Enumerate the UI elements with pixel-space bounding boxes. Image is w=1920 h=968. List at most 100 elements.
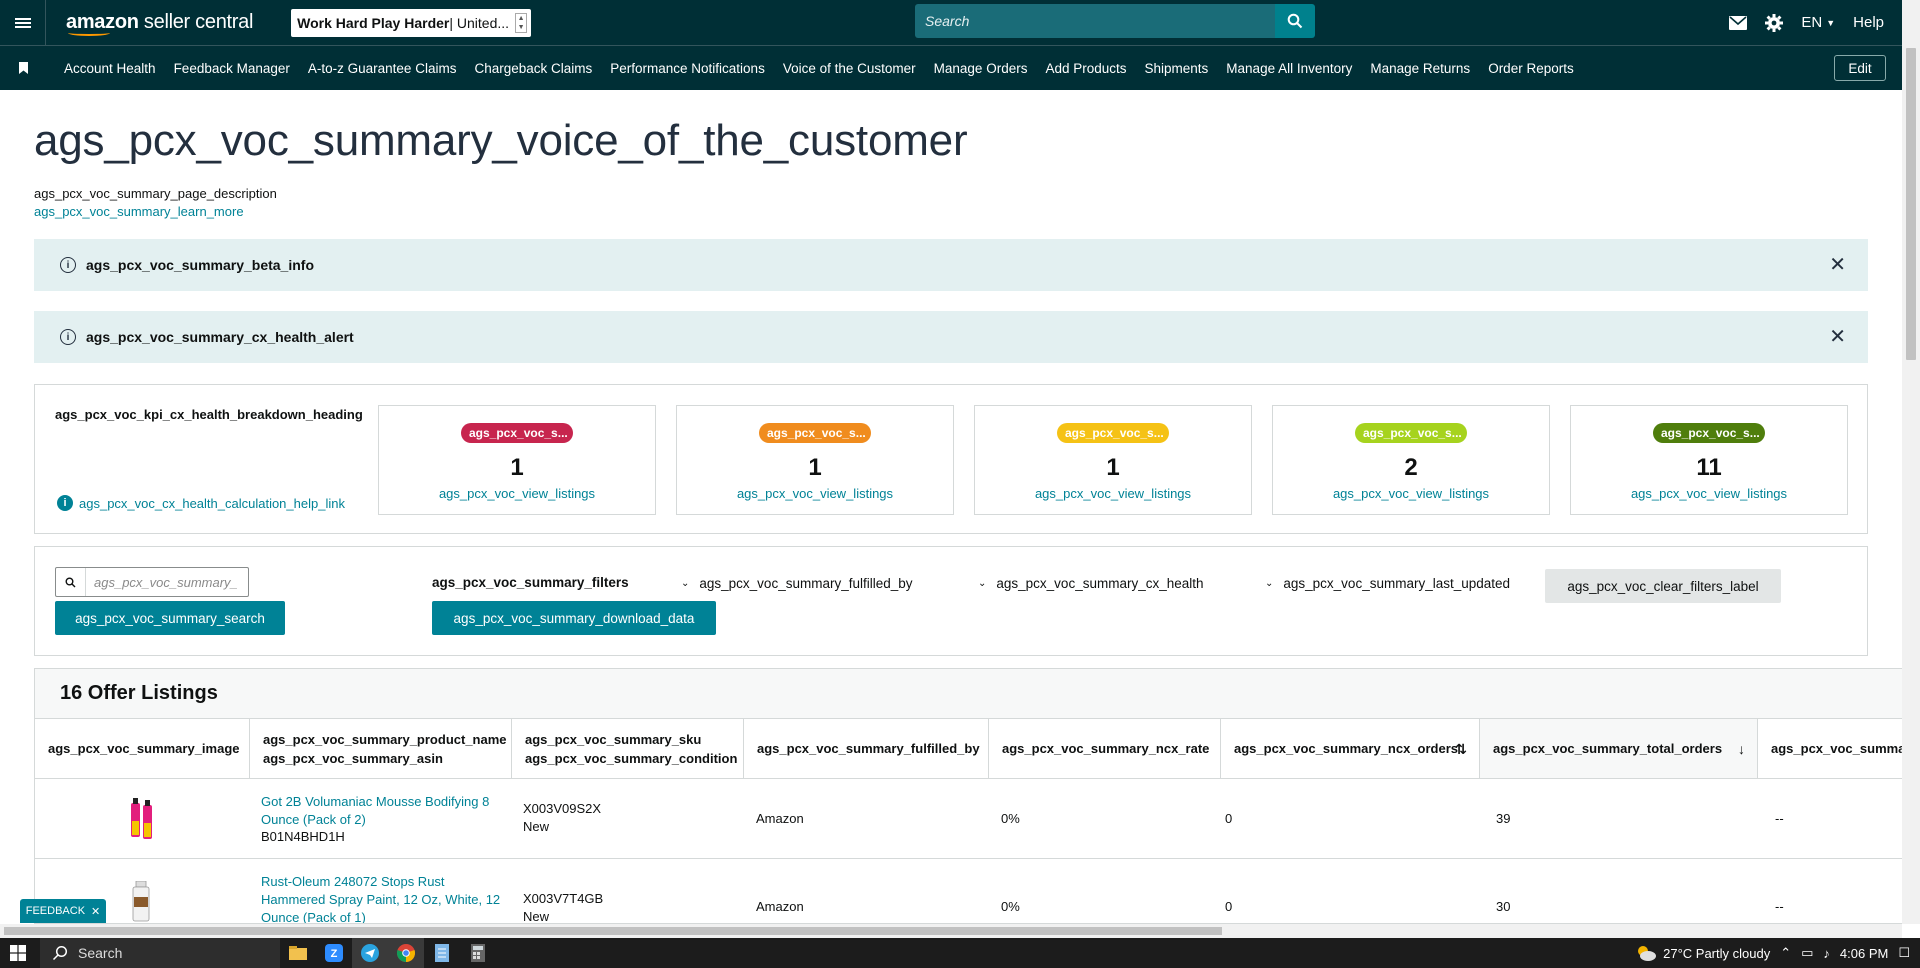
nav-bar: Account Health Feedback Manager A-to-z G…	[0, 45, 1902, 90]
settings-gear-icon[interactable]	[1765, 13, 1784, 32]
account-region: | United...	[449, 14, 510, 31]
col-total-orders[interactable]: ags_pcx_voc_summary_total_orders ↓	[1479, 719, 1757, 779]
kpi-card: ags_pcx_voc_s... 2 ags_pcx_voc_view_list…	[1272, 405, 1550, 515]
health-badge: ags_pcx_voc_s...	[1355, 423, 1467, 443]
view-listings-link[interactable]: ags_pcx_voc_view_listings	[1571, 486, 1847, 501]
nav-manage-orders[interactable]: Manage Orders	[934, 61, 1028, 76]
global-search: Search	[915, 4, 1315, 38]
cx-health-alert-text: ags_pcx_voc_summary_cx_health_alert	[86, 329, 354, 345]
time[interactable]: 4:06 PM	[1840, 946, 1888, 961]
total-orders: 39	[1496, 811, 1511, 826]
vertical-scrollbar[interactable]	[1902, 0, 1920, 924]
notepad-app-icon[interactable]	[424, 938, 460, 968]
nav-manage-returns[interactable]: Manage Returns	[1370, 61, 1470, 76]
nav-manage-inventory[interactable]: Manage All Inventory	[1226, 61, 1352, 76]
feedback-tab[interactable]: FEEDBACK ✕	[20, 899, 106, 923]
language-selector[interactable]: EN ▼	[1801, 14, 1835, 31]
last-updated-dropdown[interactable]: ⌄ ags_pcx_voc_summary_last_updated	[1265, 576, 1510, 591]
col-ncx-orders[interactable]: ags_pcx_voc_summary_ncx_orders ⇅	[1220, 719, 1479, 779]
zoom-app-icon[interactable]: Z	[316, 938, 352, 968]
fulfilled-by: Amazon	[756, 811, 804, 826]
notification-icon[interactable]: ☐	[1898, 945, 1910, 961]
fulfilled-by-dropdown[interactable]: ⌄ ags_pcx_voc_summary_fulfilled_by	[681, 576, 913, 591]
close-icon[interactable]: ✕	[91, 905, 100, 918]
product-name-link[interactable]: Rust-Oleum 248072 Stops Rust Hammered Sp…	[261, 873, 501, 923]
chevron-down-icon: ▼	[1826, 17, 1836, 28]
cx-health-alert: i ags_pcx_voc_summary_cx_health_alert ✕	[34, 311, 1868, 363]
scrollbar-thumb[interactable]	[1906, 48, 1916, 360]
clear-filters-button[interactable]: ags_pcx_voc_clear_filters_label	[1545, 569, 1781, 603]
col-ncx-rate[interactable]: ags_pcx_voc_summary_ncx_rate	[988, 719, 1220, 779]
table-title: 16 Offer Listings	[60, 682, 218, 704]
close-icon[interactable]: ✕	[1829, 255, 1846, 275]
listing-search-input[interactable]: ags_pcx_voc_summary_	[55, 567, 249, 597]
col-sku[interactable]: ags_pcx_voc_summary_sku ags_pcx_voc_summa…	[511, 719, 743, 779]
nav-chargeback-claims[interactable]: Chargeback Claims	[474, 61, 592, 76]
health-badge: ags_pcx_voc_s...	[759, 423, 871, 443]
sort-descending-icon[interactable]: ↓	[1738, 741, 1745, 757]
page-description: ags_pcx_voc_summary_page_description	[34, 186, 277, 201]
help-link[interactable]: Help	[1853, 14, 1884, 31]
nav-order-reports[interactable]: Order Reports	[1488, 61, 1574, 76]
col-product-name[interactable]: ags_pcx_voc_summary_product_name ags_pcx_…	[249, 719, 511, 779]
view-listings-link[interactable]: ags_pcx_voc_view_listings	[379, 486, 655, 501]
menu-icon[interactable]	[0, 0, 46, 45]
kpi-card: ags_pcx_voc_s... 1 ags_pcx_voc_view_list…	[378, 405, 656, 515]
info-icon: i	[60, 257, 76, 273]
logo-smile-icon	[68, 30, 110, 36]
nav-a-to-z-claims[interactable]: A-to-z Guarantee Claims	[308, 61, 457, 76]
download-data-button[interactable]: ags_pcx_voc_summary_download_data	[432, 601, 716, 635]
chevron-up-icon[interactable]: ⌃	[1780, 945, 1791, 961]
health-badge: ags_pcx_voc_s...	[1057, 423, 1169, 443]
global-search-input[interactable]: Search	[915, 4, 1275, 38]
edit-nav-button[interactable]: Edit	[1834, 55, 1886, 81]
system-tray: 27°C Partly cloudy ⌃ ▭ ♪ 4:06 PM ☐	[1635, 938, 1920, 968]
nav-account-health[interactable]: Account Health	[64, 61, 156, 76]
view-listings-link[interactable]: ags_pcx_voc_view_listings	[975, 486, 1251, 501]
nav-add-products[interactable]: Add Products	[1045, 61, 1126, 76]
kpi-count: 2	[1404, 454, 1418, 481]
next-col-value: --	[1775, 899, 1784, 914]
view-listings-link[interactable]: ags_pcx_voc_view_listings	[1273, 486, 1549, 501]
kpi-heading: ags_pcx_voc_kpi_cx_health_breakdown_head…	[55, 407, 363, 422]
kpi-card: ags_pcx_voc_s... 1 ags_pcx_voc_view_list…	[676, 405, 954, 515]
network-icon[interactable]: ▭	[1801, 945, 1813, 961]
nav-performance-notifications[interactable]: Performance Notifications	[610, 61, 765, 76]
sort-icon[interactable]: ⇅	[1455, 741, 1467, 758]
mail-icon[interactable]	[1729, 15, 1748, 30]
volume-icon[interactable]: ♪	[1823, 946, 1830, 961]
windows-start-icon[interactable]	[0, 945, 36, 961]
nav-feedback-manager[interactable]: Feedback Manager	[174, 61, 290, 76]
product-image[interactable]	[129, 797, 155, 846]
file-explorer-icon[interactable]	[280, 938, 316, 968]
health-badge: ags_pcx_voc_s...	[1653, 423, 1765, 443]
search-button[interactable]	[1275, 4, 1315, 38]
search-button[interactable]: ags_pcx_voc_summary_search	[55, 601, 285, 635]
cx-health-dropdown[interactable]: ⌄ ags_pcx_voc_summary_cx_health	[978, 576, 1204, 591]
chevron-down-icon: ⌄	[681, 578, 690, 589]
horizontal-scrollbar[interactable]	[0, 924, 1902, 938]
calculator-app-icon[interactable]	[460, 938, 496, 968]
product-name-link[interactable]: Got 2B Volumaniac Mousse Bodifying 8 Oun…	[261, 793, 501, 829]
weather-widget[interactable]: 27°C Partly cloudy	[1635, 944, 1770, 962]
scrollbar-thumb[interactable]	[4, 927, 1222, 935]
close-icon[interactable]: ✕	[1829, 327, 1846, 347]
account-name: Work Hard Play Harder	[297, 14, 450, 31]
taskbar-search[interactable]: Search	[40, 938, 280, 968]
product-image[interactable]	[131, 880, 151, 923]
ncx-rate: 0%	[1001, 811, 1020, 826]
account-selector[interactable]: Work Hard Play Harder | United... ▲ ▼	[291, 8, 532, 37]
nav-shipments[interactable]: Shipments	[1145, 61, 1209, 76]
table-header-bar: 16 Offer Listings	[35, 669, 1904, 719]
chrome-app-icon[interactable]	[388, 938, 424, 968]
condition: New	[523, 909, 550, 924]
col-fulfilled-by[interactable]: ags_pcx_voc_summary_fulfilled_by	[743, 719, 988, 779]
cx-health-help-link[interactable]: i ags_pcx_voc_cx_health_calculation_help_…	[57, 495, 345, 511]
chevron-down-icon: ⌄	[978, 578, 987, 589]
nav-voice-of-customer[interactable]: Voice of the Customer	[783, 61, 916, 76]
view-listings-link[interactable]: ags_pcx_voc_view_listings	[677, 486, 953, 501]
learn-more-link[interactable]: ags_pcx_voc_summary_learn_more	[34, 204, 244, 219]
col-next[interactable]: ags_pcx_voc_summar	[1757, 719, 1904, 779]
bookmark-icon[interactable]	[0, 62, 46, 74]
telegram-app-icon[interactable]	[352, 938, 388, 968]
